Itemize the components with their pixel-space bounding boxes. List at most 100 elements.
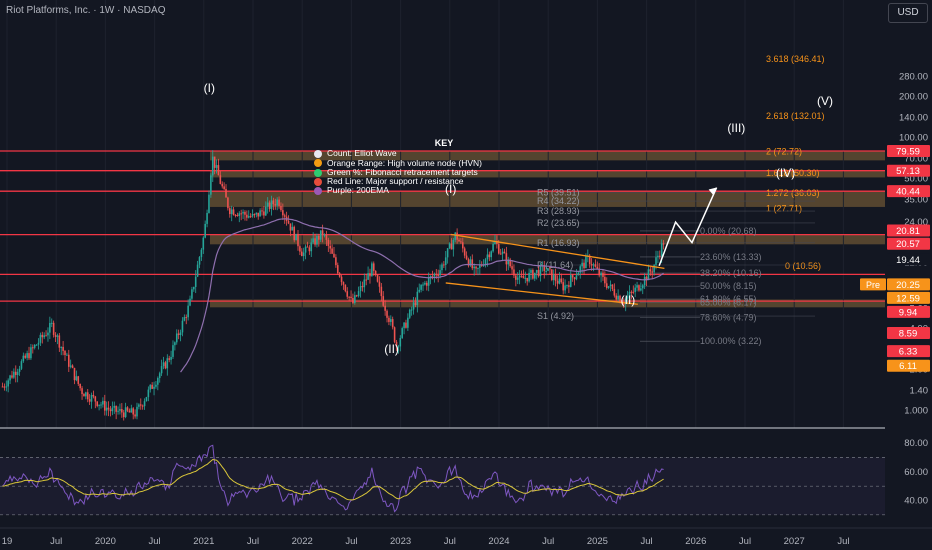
candle-body <box>600 272 602 276</box>
candle-body <box>81 388 83 395</box>
currency-button[interactable]: USD <box>888 3 928 23</box>
candle-body <box>194 276 197 287</box>
candle-body <box>299 246 301 252</box>
candle-body <box>310 242 313 252</box>
candle-body <box>602 272 604 277</box>
candle-body <box>533 272 536 279</box>
legend-key: KEY Count: Elliot Wave Orange Range: Hig… <box>314 138 482 196</box>
candle-body <box>175 333 178 343</box>
time-tick: Jul <box>149 536 161 547</box>
candle-body <box>503 251 506 254</box>
candle-body <box>505 253 508 265</box>
candle-body <box>382 296 385 306</box>
price-label: 20.57 <box>896 239 920 250</box>
candle-body <box>420 284 422 290</box>
candle-body <box>444 257 447 265</box>
fib-extension-label: 2 (72.72) <box>766 146 802 156</box>
candle-body <box>355 295 358 297</box>
candle-body <box>437 274 439 276</box>
candle-body <box>247 216 250 218</box>
candle-body <box>244 211 246 215</box>
candle-body <box>526 277 529 282</box>
candle-body <box>124 407 127 418</box>
candle-body <box>585 256 587 269</box>
legend-dot-icon <box>314 159 322 168</box>
candle-body <box>327 239 330 246</box>
time-tick: Jul <box>739 536 751 547</box>
time-axis: 19 Jul 2020 Jul 2021 Jul 2022 Jul 2023 Jul 2024 Jul… <box>0 527 932 547</box>
candle-body <box>246 214 248 218</box>
candle-body <box>202 237 205 250</box>
candle-body <box>92 394 95 397</box>
candle-body <box>79 383 81 389</box>
candle-body <box>208 194 210 213</box>
candle-body <box>191 289 193 299</box>
candle-body <box>571 275 574 278</box>
candle-body <box>611 284 614 290</box>
candle-body <box>568 285 570 287</box>
candle-body <box>461 242 464 249</box>
wave-label: (IV) <box>776 166 795 180</box>
candle-body <box>609 284 612 287</box>
candle-body <box>210 175 212 195</box>
candle-body <box>405 322 407 328</box>
candle-body <box>66 354 68 356</box>
candle-body <box>596 266 599 269</box>
symbol-title[interactable]: Riot Platforms, Inc. · 1W · NASDAQ <box>6 5 165 16</box>
candle-body <box>134 414 136 417</box>
candle-body <box>501 251 504 254</box>
candle-body <box>5 386 8 388</box>
candle-body <box>350 296 352 298</box>
candle-body <box>90 394 93 402</box>
candle-body <box>560 278 563 283</box>
time-tick: Jul <box>247 536 259 547</box>
candle-body <box>319 230 322 240</box>
candle-body <box>399 337 402 347</box>
candle-body <box>422 284 424 286</box>
candle-body <box>454 232 457 240</box>
candle-body <box>1 386 4 388</box>
time-tick: Jul <box>444 536 456 547</box>
candle-body <box>304 246 307 253</box>
candle-body <box>130 408 133 413</box>
candle-body <box>448 243 451 249</box>
candle-body <box>96 401 99 406</box>
price-label: 6.11 <box>899 361 917 372</box>
candle-body <box>200 249 203 258</box>
candle-body <box>577 272 580 276</box>
candle-body <box>511 266 513 270</box>
candle-body <box>289 223 292 231</box>
candle-body <box>229 208 231 215</box>
candle-body <box>263 211 265 216</box>
candle-body <box>268 202 271 209</box>
candle-body <box>24 355 27 358</box>
candle-body <box>354 295 356 303</box>
candle-body <box>412 302 415 310</box>
candle-body <box>54 334 57 337</box>
candle-body <box>336 265 339 274</box>
candle-body <box>581 262 583 267</box>
candle-body <box>117 410 119 412</box>
candle-body <box>183 317 186 321</box>
candle-body <box>583 262 585 269</box>
candle-body <box>251 214 254 217</box>
candle-body <box>56 335 59 337</box>
time-tick: 2024 <box>488 536 509 547</box>
fib-retracement-label: 65.00% (6.17) <box>700 298 757 308</box>
candle-body <box>121 409 123 413</box>
candle-body <box>535 269 538 273</box>
candle-body <box>564 285 566 291</box>
price-label: 8.59 <box>899 329 918 340</box>
price-chart[interactable]: 3.618 (346.41)2.618 (132.01)2 (72.72)1.6… <box>0 0 932 550</box>
candle-body <box>488 254 491 258</box>
time-tick: Jul <box>542 536 554 547</box>
candle-body <box>272 200 275 205</box>
candle-body <box>94 396 97 402</box>
candle-body <box>71 365 74 368</box>
legend-item: Purple: 200EMA <box>314 186 482 195</box>
candle-body <box>391 319 394 328</box>
candle-body <box>473 266 475 269</box>
legend-dot-icon <box>314 168 322 177</box>
candle-body <box>490 251 493 258</box>
wave-label: (III) <box>727 121 745 135</box>
